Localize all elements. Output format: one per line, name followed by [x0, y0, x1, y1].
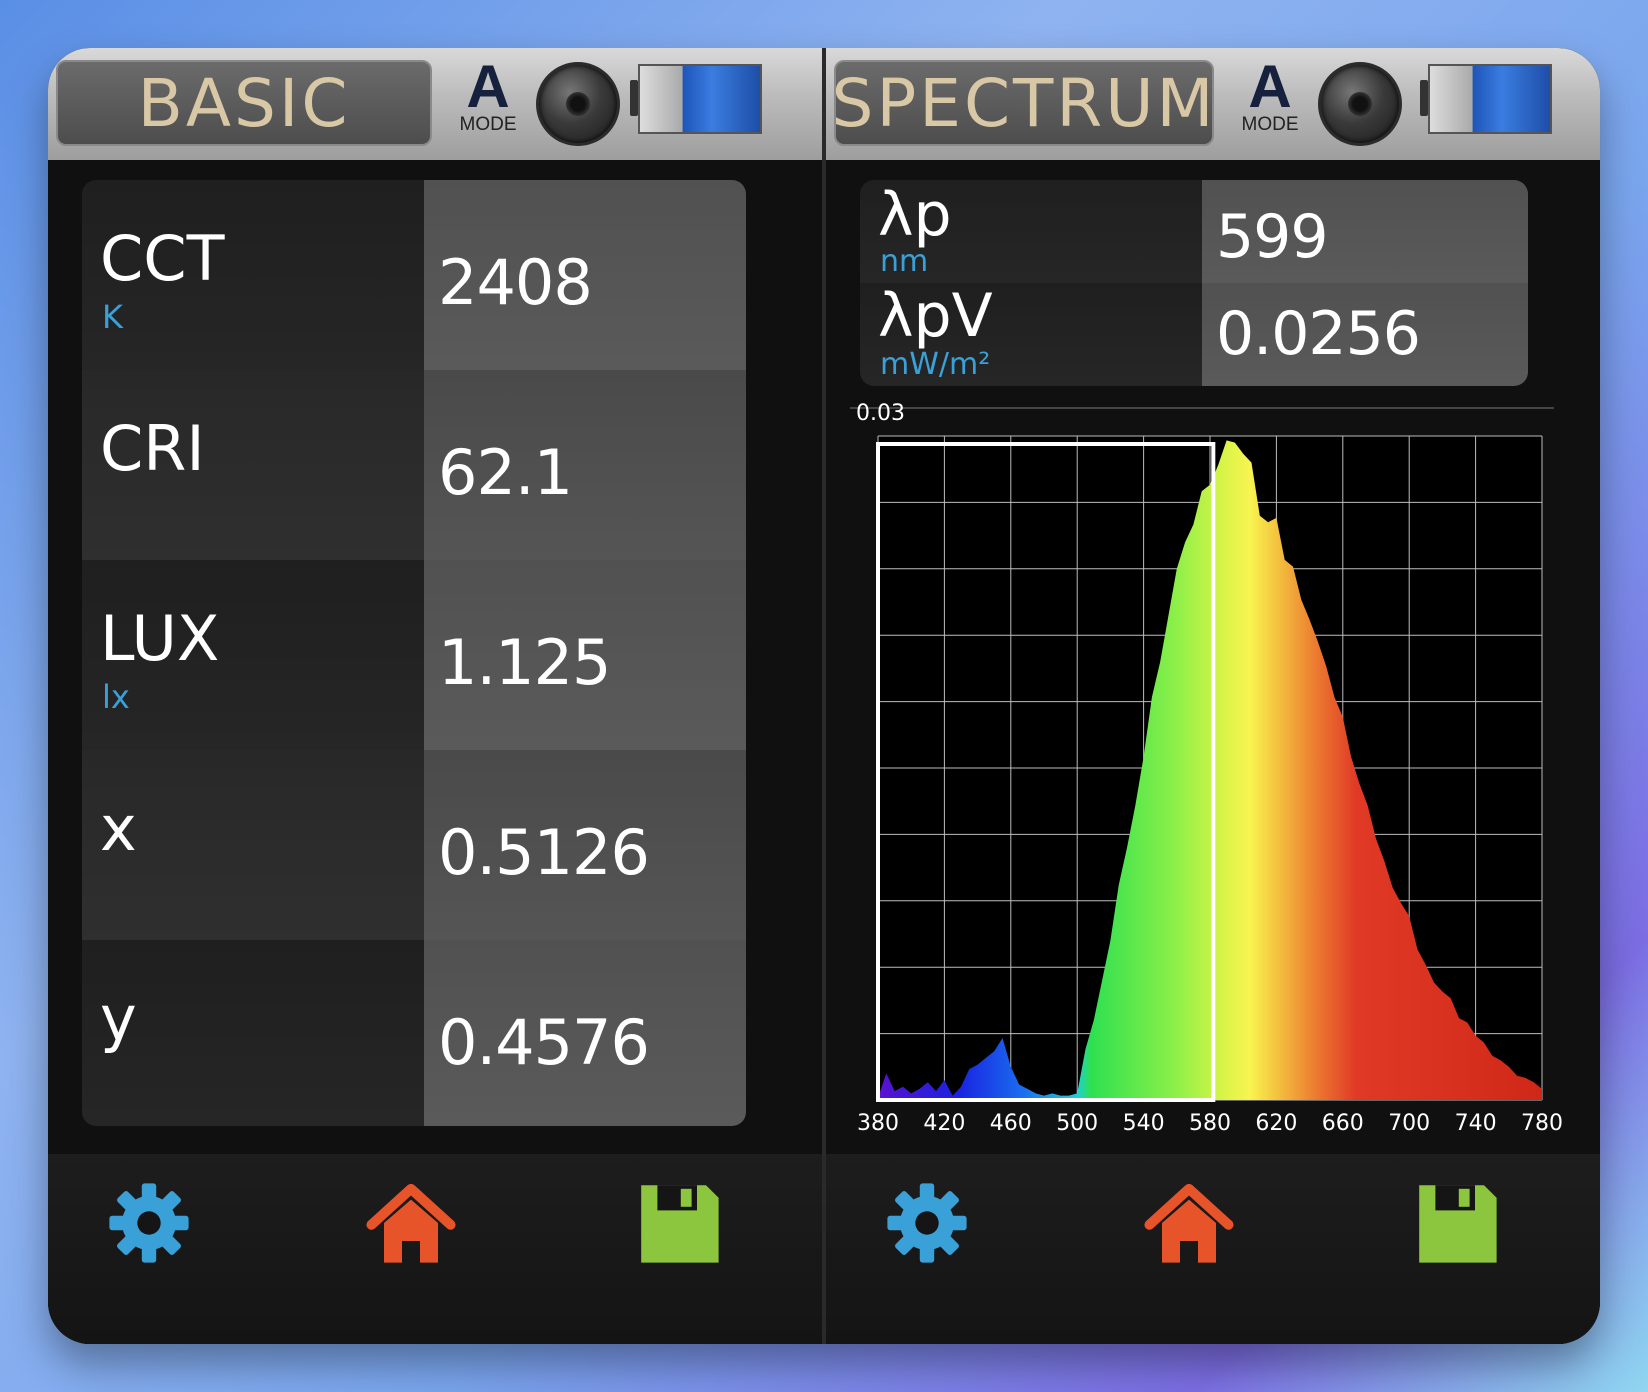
- camera-shutter-icon[interactable]: [536, 62, 620, 146]
- basic-header-bar: BASIC A MODE: [48, 48, 822, 160]
- table-row: LUX lx 1.125: [82, 560, 746, 750]
- floppy-disk-icon[interactable]: [1412, 1178, 1502, 1268]
- spectrum-panel: SPECTRUM A MODE λp nm 599 λpV mW/m² 0.0256: [826, 48, 1600, 1344]
- mode-button[interactable]: A MODE: [1236, 56, 1304, 146]
- spectrum-chart[interactable]: 0.03 380 420 460 500 540 580 620 660 700 740 780: [826, 400, 1600, 1160]
- row-unit: mW/m²: [880, 347, 991, 382]
- mode-button[interactable]: A MODE: [454, 56, 522, 146]
- mode-label: MODE: [459, 114, 517, 135]
- table-row: λp nm 599: [860, 180, 1528, 283]
- gear-icon[interactable]: [882, 1178, 972, 1268]
- page-title-spectrum: SPECTRUM: [832, 60, 1214, 146]
- x-tick-label: 660: [1322, 1111, 1364, 1136]
- battery-icon: [1420, 64, 1552, 134]
- x-tick-label: 500: [1056, 1111, 1098, 1136]
- x-tick-label: 380: [857, 1111, 899, 1136]
- row-label: CCT: [100, 222, 225, 295]
- row-value: 62.1: [438, 436, 573, 509]
- row-value: 0.4576: [438, 1006, 650, 1079]
- x-tick-label: 700: [1388, 1111, 1430, 1136]
- row-value: 0.5126: [438, 816, 650, 889]
- battery-icon: [630, 64, 762, 134]
- row-value: 599: [1216, 202, 1329, 272]
- table-row: x 0.5126: [82, 750, 746, 940]
- mode-letter: A: [466, 53, 510, 120]
- floppy-disk-icon[interactable]: [634, 1178, 724, 1268]
- x-tick-label: 620: [1255, 1111, 1297, 1136]
- row-value: 0.0256: [1216, 299, 1421, 369]
- gear-icon[interactable]: [104, 1178, 194, 1268]
- camera-shutter-icon[interactable]: [1318, 62, 1402, 146]
- table-row: CRI 62.1: [82, 370, 746, 560]
- home-icon[interactable]: [366, 1178, 456, 1268]
- row-label: LUX: [100, 602, 220, 675]
- row-value: 2408: [438, 246, 593, 319]
- spectrum-peak-table: λp nm 599 λpV mW/m² 0.0256: [860, 180, 1528, 386]
- table-row: CCT K 2408: [82, 180, 746, 370]
- row-value: 1.125: [438, 626, 611, 699]
- x-tick-label: 780: [1521, 1111, 1563, 1136]
- device-frame: BASIC A MODE CCT K 2408 CRI 62.1 LUX lx 1.…: [48, 48, 1600, 1344]
- table-row: y 0.4576: [82, 940, 746, 1126]
- basic-measurements-table: CCT K 2408 CRI 62.1 LUX lx 1.125 x 0.5126 …: [82, 180, 746, 1126]
- row-label: CRI: [100, 412, 205, 485]
- x-tick-label: 540: [1123, 1111, 1165, 1136]
- row-label: x: [100, 792, 137, 865]
- row-unit: K: [102, 298, 123, 336]
- row-unit: nm: [880, 244, 929, 279]
- x-tick-label: 740: [1455, 1111, 1497, 1136]
- page-title-basic: BASIC: [56, 60, 432, 146]
- spectrum-header-bar: SPECTRUM A MODE: [826, 48, 1600, 160]
- y-max-label: 0.03: [856, 401, 905, 426]
- x-tick-label: 420: [923, 1111, 965, 1136]
- row-label: λp: [878, 180, 952, 250]
- row-unit: lx: [102, 678, 130, 716]
- basic-panel: BASIC A MODE CCT K 2408 CRI 62.1 LUX lx 1.…: [48, 48, 822, 1344]
- mode-label: MODE: [1241, 114, 1299, 135]
- x-tick-label: 460: [990, 1111, 1032, 1136]
- mode-letter: A: [1248, 53, 1292, 120]
- x-tick-label: 580: [1189, 1111, 1231, 1136]
- home-icon[interactable]: [1144, 1178, 1234, 1268]
- row-label: λpV: [878, 281, 993, 351]
- table-row: λpV mW/m² 0.0256: [860, 281, 1528, 386]
- row-label: y: [100, 982, 137, 1055]
